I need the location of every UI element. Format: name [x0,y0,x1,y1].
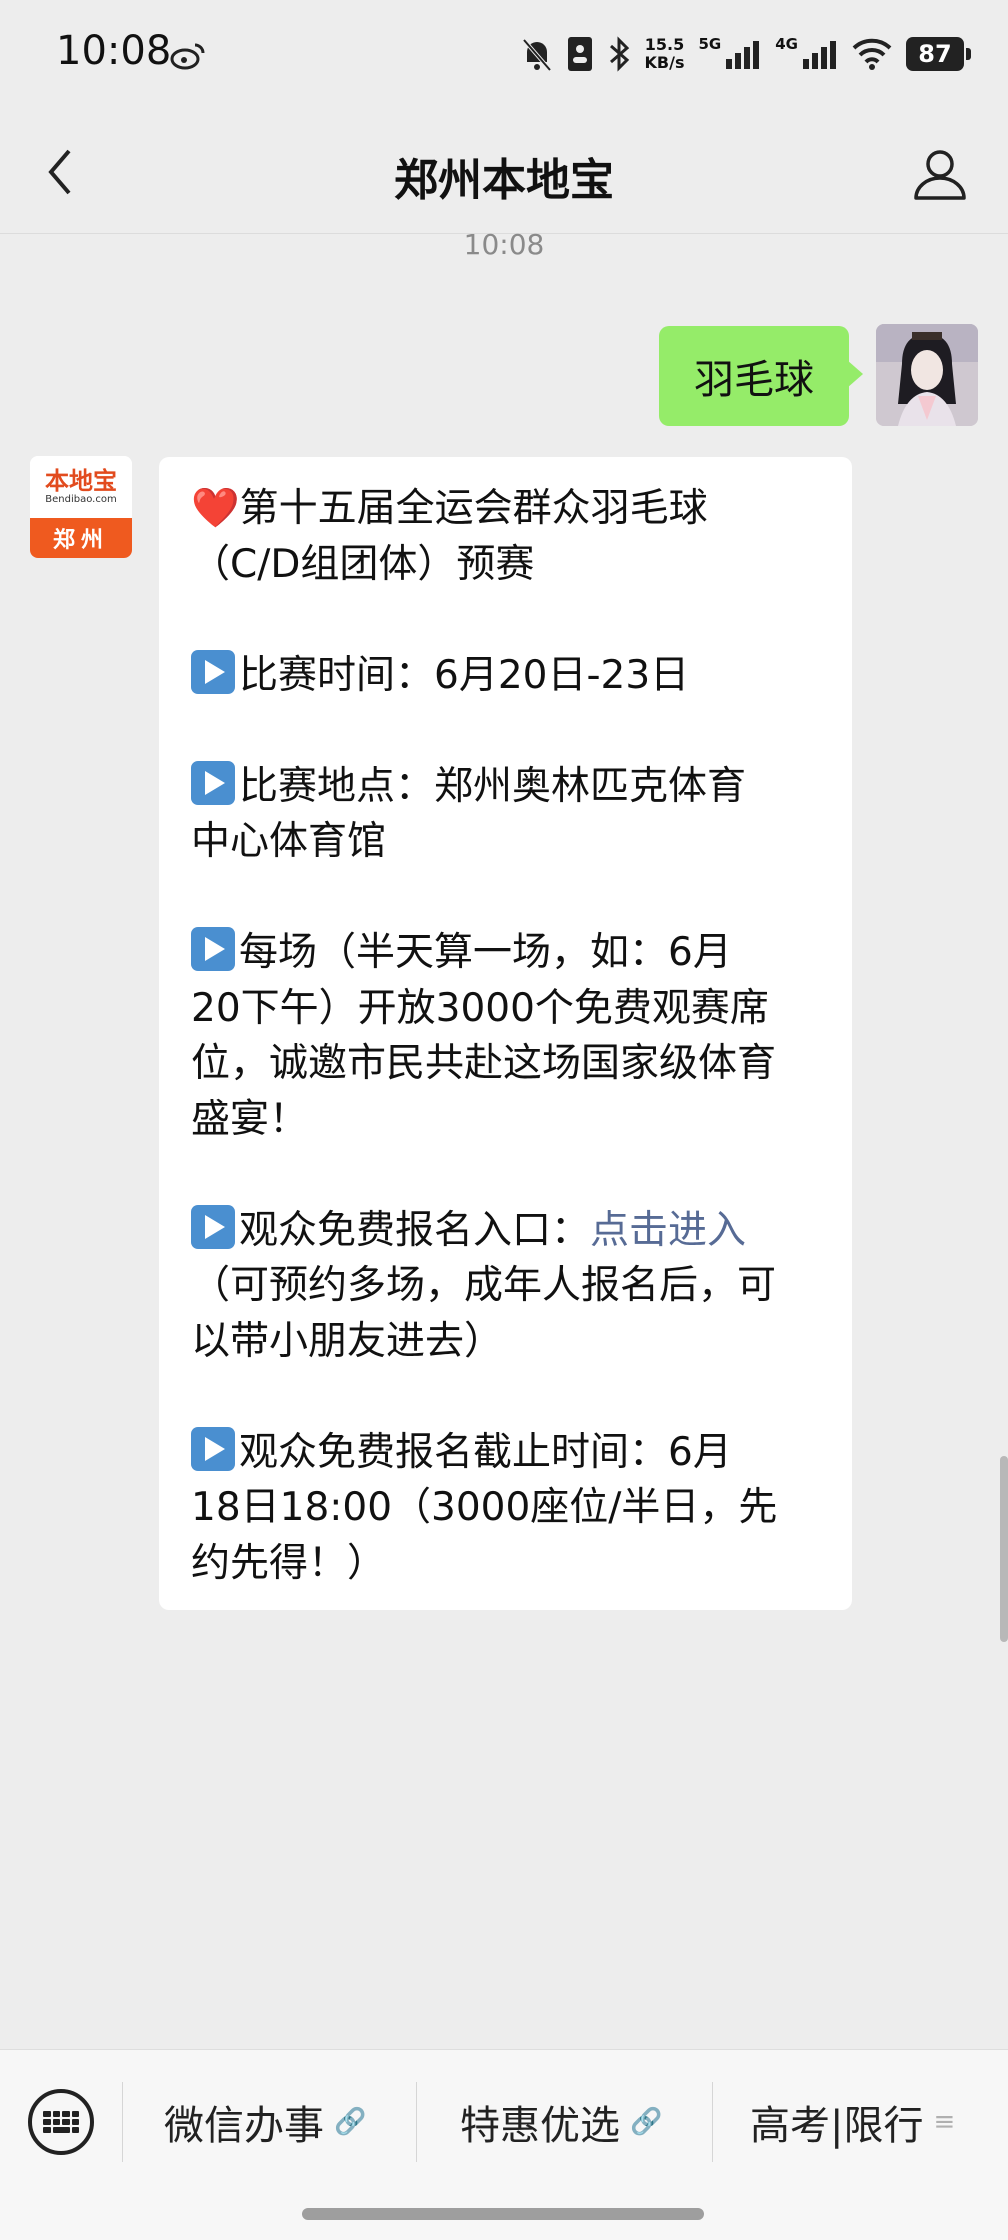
sent-message-text: 羽毛球 [694,357,814,403]
message-line: 约先得！） [191,1540,387,1586]
status-time: 10:08 [56,28,172,74]
message-line: 位，诚邀市民共赴这场国家级体育 [191,1041,777,1086]
menu-item-wechat-service[interactable]: 微信办事 🔗 [164,2078,366,2166]
play-icon [191,927,235,971]
menu-item-label: 高考|限行 [750,2103,924,2149]
keyboard-toggle-button[interactable] [28,2089,94,2155]
message-line: （可预约多场，成年人报名后，可 [191,1263,777,1308]
play-icon [191,649,235,694]
menu-item-deals[interactable]: 特惠优选 🔗 [460,2078,662,2166]
list-icon: ≡ [933,2107,956,2137]
heart-icon: ❤️ [191,486,240,531]
network-speed: 15.5 KB/s [645,36,685,72]
received-message-bubble[interactable]: ❤️第十五届全运会群众羽毛球 （C/D组团体）预赛 比赛时间：6月20日-23日… [159,457,852,1610]
play-icon [191,1204,235,1249]
keyboard-icon [43,2111,79,2133]
user-avatar[interactable] [876,324,978,426]
signal-icon-2 [803,41,836,69]
page-title: 郑州本地宝 [394,155,614,206]
message-line: 每场（半天算一场，如：6月 [191,925,820,981]
menu-divider [416,2082,417,2162]
weibo-icon [170,43,205,70]
person-icon [914,150,966,200]
menu-item-label: 微信办事 [164,2103,324,2149]
bendibao-brand: 本地宝 [45,467,117,495]
message-line: 观众免费报名入口：点击进入 [191,1203,820,1259]
message-line: （C/D组团体）预赛 [191,541,535,587]
message-line: 观众免费报名截止时间：6月 [191,1425,820,1481]
message-timestamp: 10:08 [463,228,545,261]
message-line: 比赛时间：6月20日-23日 [191,648,820,704]
battery-indicator: 87 [906,37,971,71]
message-line: 以带小朋友进去） [191,1318,504,1364]
profile-button[interactable] [908,142,972,206]
link-icon: 🔗 [334,2107,367,2137]
scrollbar[interactable] [1000,1456,1008,1642]
bendibao-domain: Bendibao.com [45,494,117,505]
bendibao-avatar[interactable]: 本地宝 Bendibao.com 郑州 [30,456,132,558]
message-line: 20下午）开放3000个免费观赛席 [191,985,769,1031]
network-label-5g: 5G [698,35,722,53]
signup-link[interactable]: 点击进入 [590,1208,746,1253]
bendibao-city: 郑州 [30,518,132,558]
network-label-4g: 4G [775,35,798,53]
menu-divider [122,2082,123,2162]
message-line: 比赛地点：郑州奥林匹克体育 [191,759,820,815]
network-speed-value: 15.5 [644,35,685,54]
menu-item-exam-traffic[interactable]: 高考|限行 ≡ [750,2078,955,2166]
menu-divider [712,2082,713,2162]
contact-card-icon [567,37,592,71]
home-indicator[interactable] [302,2208,704,2220]
user-avatar-image [876,324,978,426]
message-line: 18日18:00（3000座位/半日，先 [191,1485,778,1530]
link-icon: 🔗 [630,2107,663,2137]
status-bar: 10:08 15.5 KB/s 5G 4G 87 [0,0,1008,110]
message-line: 中心体育馆 [191,819,387,864]
sent-message-bubble[interactable]: 羽毛球 [659,326,863,426]
message-line: ❤️第十五届全运会群众羽毛球 [191,486,708,531]
message-line: 盛宴！ [191,1096,309,1142]
menu-item-label: 特惠优选 [460,2103,620,2149]
title-bar: 郑州本地宝 [0,110,1008,234]
status-icons: 15.5 KB/s 5G 4G 87 [521,32,971,76]
play-icon [191,760,235,805]
bell-off-icon [522,38,552,72]
bendibao-logo: 本地宝 Bendibao.com [30,456,132,518]
wifi-icon [852,38,892,70]
network-speed-unit: KB/s [644,53,685,72]
signal-icon-1 [726,41,760,69]
bluetooth-icon [609,36,629,72]
play-icon [191,1426,235,1471]
